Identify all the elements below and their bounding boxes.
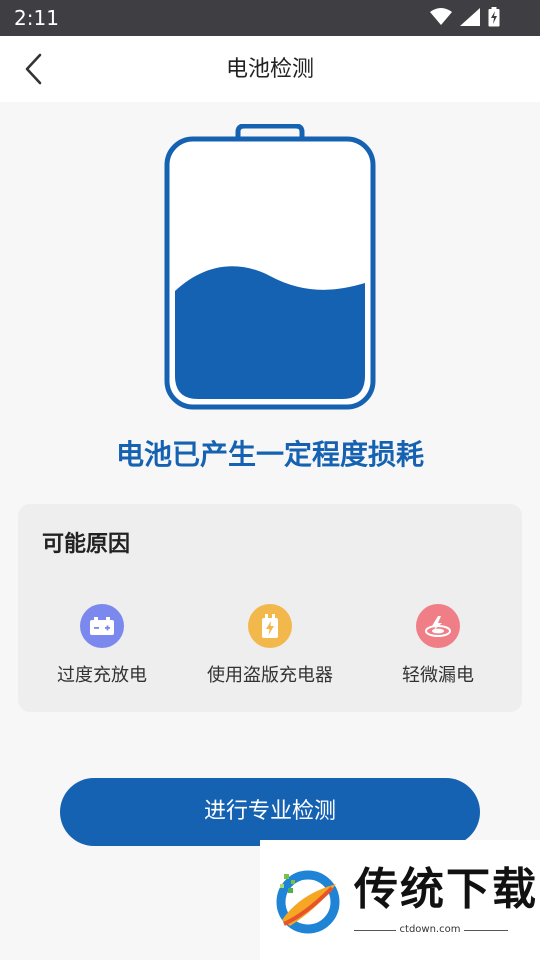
- reason-label: 过度充放电: [57, 665, 147, 686]
- reason-leakage: 轻微漏电: [354, 604, 522, 688]
- reason-overcharge: 过度充放电: [18, 604, 186, 688]
- app-header: 电池检测: [0, 36, 540, 102]
- watermark-domain-wrap: ctdown.com: [260, 924, 540, 935]
- status-time: 2:11: [14, 6, 59, 30]
- watermark: 传统下载 ctdown.com: [260, 840, 540, 960]
- page-title: 电池检测: [225, 57, 314, 82]
- reasons-title: 可能原因: [42, 532, 131, 557]
- status-bar: 2:11: [0, 0, 540, 36]
- signal-icon: [460, 8, 480, 30]
- battery-illustration: [164, 124, 376, 410]
- watermark-brand: 传统下载: [354, 864, 538, 915]
- professional-check-button[interactable]: 进行专业检测: [60, 778, 480, 846]
- watermark-domain: ctdown.com: [395, 924, 465, 935]
- reason-pirated-charger: 使用盗版充电器: [186, 604, 354, 688]
- reason-label: 使用盗版充电器: [207, 665, 333, 686]
- possible-reasons-card: 可能原因 过度充放电 使用盗版充电器 轻微漏电: [18, 504, 522, 712]
- battery-charging-icon: [488, 7, 500, 31]
- wifi-icon: [430, 8, 452, 30]
- reason-label: 轻微漏电: [402, 665, 474, 686]
- charger-icon: [248, 604, 292, 648]
- battery-icon: [80, 604, 124, 648]
- diagnosis-headline: 电池已产生一定程度损耗: [115, 438, 424, 471]
- leak-icon: [416, 604, 460, 648]
- status-icons: [430, 7, 500, 31]
